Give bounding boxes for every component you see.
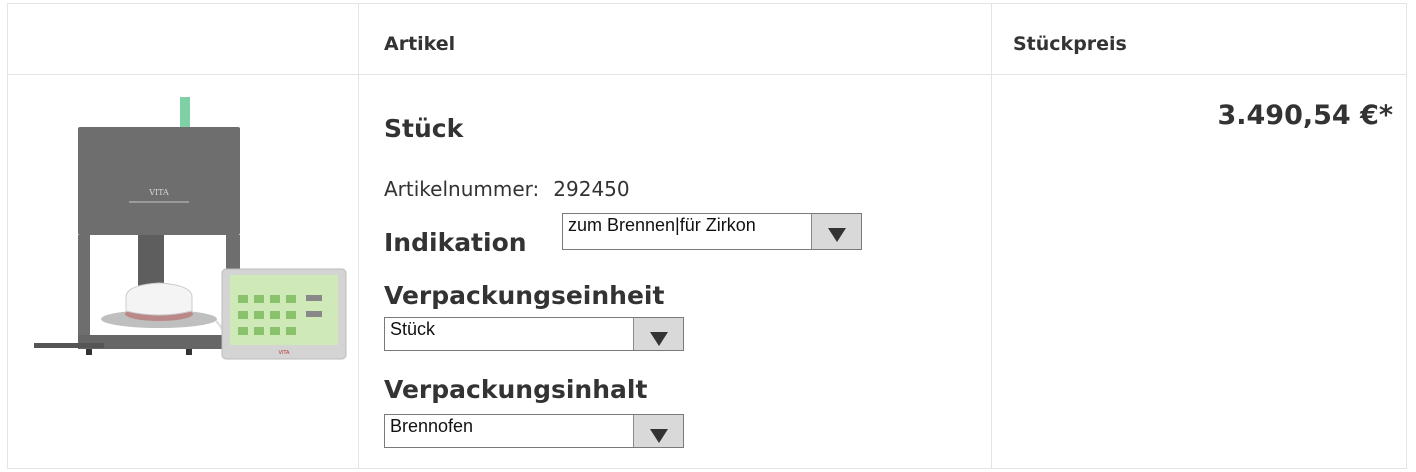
panel-icon-2 (306, 311, 322, 317)
verpackungseinheit-label: Verpackungseinheit (384, 281, 665, 310)
product-table: Artikel Stückpreis VITA VITA Stück Artik… (7, 3, 1407, 469)
caret-down-icon (650, 332, 668, 346)
furnace-logo: VITA (148, 188, 169, 197)
foot-right (186, 349, 192, 355)
unit-price: 3.490,54 €* (1217, 100, 1393, 131)
verpackungseinheit-select[interactable]: Stück (384, 317, 684, 351)
caret-down-icon (650, 429, 668, 443)
indikation-select[interactable]: zum Brennen|für Zirkon (562, 213, 862, 250)
article-number: 292450 (553, 177, 630, 201)
furnace-head (78, 127, 240, 235)
column-divider-1 (358, 4, 359, 468)
indikation-value: zum Brennen|für Zirkon (568, 215, 756, 235)
panel-logo: VITA (279, 350, 291, 356)
foot-left (86, 349, 92, 355)
product-title[interactable]: Stück (384, 114, 463, 143)
verpackungsinhalt-dropdown-button[interactable] (633, 415, 683, 447)
verpackungsinhalt-select[interactable]: Brennofen (384, 414, 684, 448)
indikation-label: Indikation (384, 228, 527, 257)
article-number-row: Artikelnummer: 292450 (384, 177, 630, 201)
furnace-side (78, 235, 90, 345)
article-number-label: Artikelnummer: (384, 177, 540, 201)
caret-down-icon (828, 228, 846, 242)
firing-chamber-plug (125, 282, 193, 316)
header-article: Artikel (384, 33, 456, 55)
column-divider-2 (991, 4, 992, 468)
header-divider (8, 74, 1406, 75)
product-image[interactable]: VITA VITA (26, 97, 348, 369)
verpackungsinhalt-value: Brennofen (390, 416, 474, 436)
panel-icon (306, 295, 322, 301)
header-unit-price: Stückpreis (1013, 33, 1127, 55)
indikation-dropdown-button[interactable] (811, 214, 861, 249)
verpackungsinhalt-label: Verpackungsinhalt (384, 375, 648, 404)
furnace-tray (34, 343, 104, 348)
verpackungseinheit-value: Stück (390, 319, 436, 339)
verpackungseinheit-dropdown-button[interactable] (633, 318, 683, 350)
furnace-label (129, 201, 189, 203)
